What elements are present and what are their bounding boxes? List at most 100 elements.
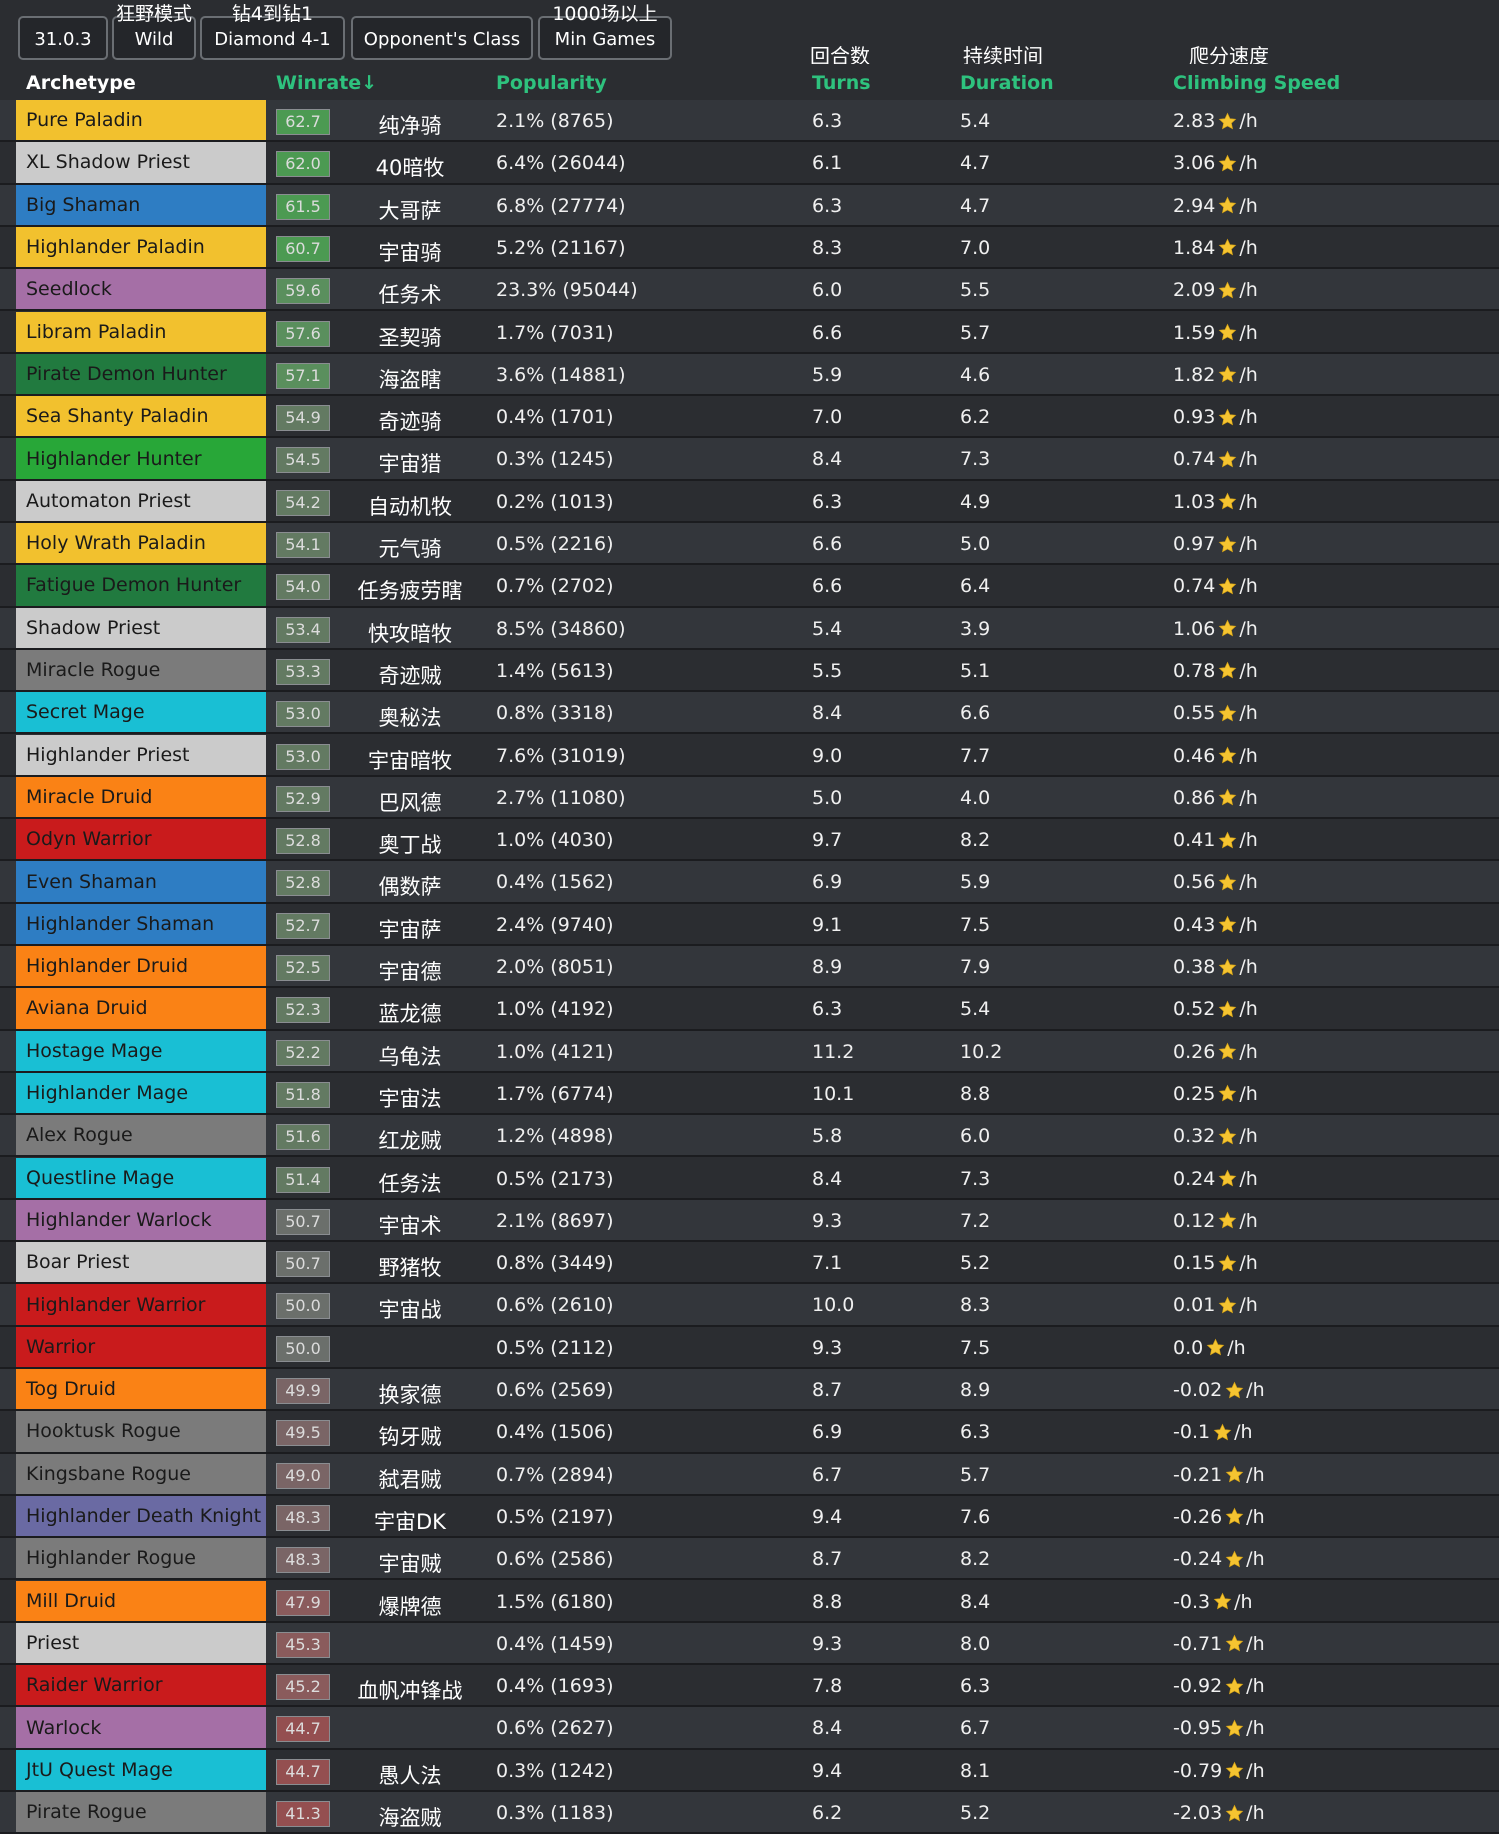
table-row[interactable]: Highlander Warrior 50.0 宇宙战 0.6% (2610) 10.0… — [0, 1284, 1499, 1327]
archetype-name[interactable]: Highlander Mage — [16, 1072, 266, 1114]
archetype-name[interactable]: Raider Warrior — [16, 1665, 266, 1706]
table-row[interactable]: Big Shaman 61.5 大哥萨 6.8% (27774) 6.3 4.7 2.94/… — [0, 184, 1499, 227]
archetype-name[interactable]: Hooktusk Rogue — [16, 1411, 266, 1452]
opponent-class-filter-button[interactable]: Opponent's Class — [351, 16, 533, 60]
winrate-badge: 54.9 — [276, 405, 330, 432]
duration-value: 8.4 — [960, 1590, 991, 1613]
archetype-name[interactable]: Aviana Druid — [16, 988, 266, 1029]
popularity-value: 0.3% (1242) — [496, 1759, 614, 1782]
archetype-name[interactable]: Miracle Druid — [16, 776, 266, 818]
archetype-name[interactable]: Shadow Priest — [16, 607, 266, 648]
table-row[interactable]: Fatigue Demon Hunter 54.0 任务疲劳瞎 0.7% (2702)… — [0, 565, 1499, 608]
archetype-name[interactable]: Seedlock — [16, 269, 266, 310]
table-row[interactable]: Mill Druid 47.9 爆牌德 1.5% (6180) 8.8 8.4 -0.3/h — [0, 1580, 1499, 1623]
archetype-name[interactable]: Tog Druid — [16, 1369, 266, 1410]
archetype-name[interactable]: Alex Rogue — [16, 1115, 266, 1156]
archetype-name[interactable]: Highlander Shaman — [16, 903, 266, 944]
archetype-name[interactable]: Questline Mage — [16, 1157, 266, 1198]
archetype-name[interactable]: Big Shaman — [16, 184, 266, 225]
climbing-speed-value: -0.24 — [1173, 1548, 1223, 1571]
table-row[interactable]: Highlander Priest 53.0 宇宙暗牧 7.6% (31019) 9.0… — [0, 734, 1499, 777]
table-row[interactable]: Raider Warrior 45.2 血帆冲锋战 0.4% (1693) 7.8 6.3… — [0, 1665, 1499, 1708]
table-row[interactable]: Warlock 44.7 0.6% (2627) 8.4 6.7 -0.95/h — [0, 1707, 1499, 1750]
archetype-name[interactable]: Boar Priest — [16, 1242, 266, 1283]
table-row[interactable]: Odyn Warrior 52.8 奥丁战 1.0% (4030) 9.7 8.2 0.41… — [0, 819, 1499, 862]
min-games-filter-button[interactable]: 1000场以上 Min Games — [538, 4, 672, 60]
table-row[interactable]: Automaton Priest 54.2 自动机牧 0.2% (1013) 6.3 4.… — [0, 480, 1499, 523]
table-row[interactable]: JtU Quest Mage 44.7 愚人法 0.3% (1242) 9.4 8.1 -0… — [0, 1749, 1499, 1792]
archetype-name[interactable]: Highlander Druid — [16, 946, 266, 987]
archetype-name[interactable]: Even Shaman — [16, 861, 266, 902]
archetype-name[interactable]: XL Shadow Priest — [16, 142, 266, 183]
table-row[interactable]: Highlander Rogue 48.3 宇宙贼 0.6% (2586) 8.7 8.2… — [0, 1538, 1499, 1581]
archetype-name[interactable]: Highlander Paladin — [16, 226, 266, 268]
winrate-badge: 50.0 — [276, 1293, 330, 1320]
table-row[interactable]: Secret Mage 53.0 奥秘法 0.8% (3318) 8.4 6.6 0.55/… — [0, 692, 1499, 735]
archetype-name[interactable]: Miracle Rogue — [16, 649, 266, 691]
archetype-name[interactable]: Secret Mage — [16, 692, 266, 733]
archetype-name[interactable]: Highlander Warrior — [16, 1284, 266, 1325]
archetype-name[interactable]: Fatigue Demon Hunter — [16, 565, 266, 606]
table-row[interactable]: Miracle Rogue 53.3 奇迹贼 1.4% (5613) 5.5 5.1 0.7… — [0, 649, 1499, 693]
table-row[interactable]: Hostage Mage 52.2 乌龟法 1.0% (4121) 11.2 10.2 0.… — [0, 1030, 1499, 1073]
table-row[interactable]: Hooktusk Rogue 49.5 钩牙贼 0.4% (1506) 6.9 6.3 -0… — [0, 1411, 1499, 1454]
table-row[interactable]: XL Shadow Priest 62.0 40暗牧 6.4% (26044) 6.1 4… — [0, 142, 1499, 185]
archetype-name[interactable]: Libram Paladin — [16, 311, 266, 352]
mode-filter-button[interactable]: 狂野模式 Wild — [112, 4, 196, 60]
archetype-name[interactable]: JtU Quest Mage — [16, 1749, 266, 1790]
table-row[interactable]: Highlander Shaman 52.7 宇宙萨 2.4% (9740) 9.1 7.… — [0, 903, 1499, 946]
table-row[interactable]: Highlander Warlock 50.7 宇宙术 2.1% (8697) 9.3 7… — [0, 1199, 1499, 1243]
table-row[interactable]: Highlander Druid 52.5 宇宙德 2.0% (8051) 8.9 7.9… — [0, 946, 1499, 989]
table-row[interactable]: Questline Mage 51.4 任务法 0.5% (2173) 8.4 7.3 0.… — [0, 1157, 1499, 1200]
archetype-name[interactable]: Highlander Warlock — [16, 1199, 266, 1241]
archetype-name[interactable]: Mill Druid — [16, 1580, 266, 1621]
climbing-speed-value: 1.84 — [1173, 236, 1216, 259]
table-row[interactable]: Highlander Hunter 54.5 宇宙猎 0.3% (1245) 8.4 7.… — [0, 438, 1499, 481]
archetype-name[interactable]: Pirate Rogue — [16, 1792, 266, 1833]
table-row[interactable]: Pirate Rogue 41.3 海盗贼 0.3% (1183) 6.2 5.2 -2.0… — [0, 1792, 1499, 1834]
archetype-name[interactable]: Kingsbane Rogue — [16, 1453, 266, 1494]
duration-column-header[interactable]: Duration — [960, 72, 1054, 94]
archetype-name[interactable]: Highlander Priest — [16, 734, 266, 775]
archetype-name[interactable]: Pure Paladin — [16, 100, 266, 141]
archetype-name[interactable]: Priest — [16, 1622, 266, 1664]
table-row[interactable]: Kingsbane Rogue 49.0 弑君贼 0.7% (2894) 6.7 5.7 -… — [0, 1453, 1499, 1496]
archetype-name[interactable]: Highlander Death Knight — [16, 1495, 266, 1537]
winrate-column-header[interactable]: Winrate↓ — [276, 72, 377, 94]
table-row[interactable]: Seedlock 59.6 任务术 23.3% (95044) 6.0 5.5 2.09/h — [0, 269, 1499, 312]
table-row[interactable]: Aviana Druid 52.3 蓝龙德 1.0% (4192) 6.3 5.4 0.52… — [0, 988, 1499, 1031]
table-row[interactable]: Shadow Priest 53.4 快攻暗牧 8.5% (34860) 5.4 3.9 1… — [0, 607, 1499, 650]
archetype-name[interactable]: Warrior — [16, 1326, 266, 1367]
table-row[interactable]: Even Shaman 52.8 偶数萨 0.4% (1562) 6.9 5.9 0.56/… — [0, 861, 1499, 904]
archetype-name[interactable]: Pirate Demon Hunter — [16, 353, 266, 395]
mode-filter-label: Wild — [134, 29, 174, 50]
archetype-name[interactable]: Hostage Mage — [16, 1030, 266, 1071]
table-row[interactable]: Alex Rogue 51.6 红龙贼 1.2% (4898) 5.8 6.0 0.32/h — [0, 1115, 1499, 1158]
rank-filter-button[interactable]: 钻4到钻1 Diamond 4-1 — [200, 4, 345, 60]
table-row[interactable]: Highlander Death Knight 48.3 宇宙DK 0.5% (219… — [0, 1495, 1499, 1539]
table-row[interactable]: Libram Paladin 57.6 圣契骑 1.7% (7031) 6.6 5.7 1.… — [0, 311, 1499, 354]
table-row[interactable]: Highlander Paladin 60.7 宇宙骑 5.2% (21167) 8.3… — [0, 226, 1499, 270]
table-row[interactable]: Holy Wrath Paladin 54.1 元气骑 0.5% (2216) 6.6 5… — [0, 523, 1499, 566]
climbing-speed-column-header[interactable]: Climbing Speed — [1173, 72, 1340, 94]
archetype-name[interactable]: Automaton Priest — [16, 480, 266, 521]
patch-filter-button[interactable]: 31.0.3 — [18, 16, 108, 60]
archetype-name[interactable]: Odyn Warrior — [16, 819, 266, 860]
table-row[interactable]: Miracle Druid 52.9 巴风德 2.7% (11080) 5.0 4.0 0.… — [0, 776, 1499, 820]
archetype-name[interactable]: Holy Wrath Paladin — [16, 523, 266, 564]
archetype-name[interactable]: Highlander Hunter — [16, 438, 266, 479]
archetype-name[interactable]: Highlander Rogue — [16, 1538, 266, 1579]
table-row[interactable]: Pure Paladin 62.7 纯净骑 2.1% (8765) 6.3 5.4 2.83… — [0, 100, 1499, 143]
table-row[interactable]: Priest 45.3 0.4% (1459) 9.3 8.0 -0.71/h — [0, 1622, 1499, 1666]
table-row[interactable]: Tog Druid 49.9 换家德 0.6% (2569) 8.7 8.9 -0.02/h — [0, 1369, 1499, 1412]
popularity-column-header[interactable]: Popularity — [496, 72, 607, 94]
table-row[interactable]: Warrior 50.0 0.5% (2112) 9.3 7.5 0.0/h — [0, 1326, 1499, 1369]
table-row[interactable]: Sea Shanty Paladin 54.9 奇迹骑 0.4% (1701) 7.0 6… — [0, 396, 1499, 439]
table-row[interactable]: Boar Priest 50.7 野猪牧 0.8% (3449) 7.1 5.2 0.15/… — [0, 1242, 1499, 1285]
archetype-name[interactable]: Warlock — [16, 1707, 266, 1748]
turns-column-header[interactable]: Turns — [812, 72, 871, 94]
table-row[interactable]: Highlander Mage 51.8 宇宙法 1.7% (6774) 10.1 8.8… — [0, 1072, 1499, 1116]
archetype-column-header[interactable]: Archetype — [26, 72, 136, 94]
archetype-name[interactable]: Sea Shanty Paladin — [16, 396, 266, 437]
table-row[interactable]: Pirate Demon Hunter 57.1 海盗瞎 3.6% (14881) 5.… — [0, 353, 1499, 397]
